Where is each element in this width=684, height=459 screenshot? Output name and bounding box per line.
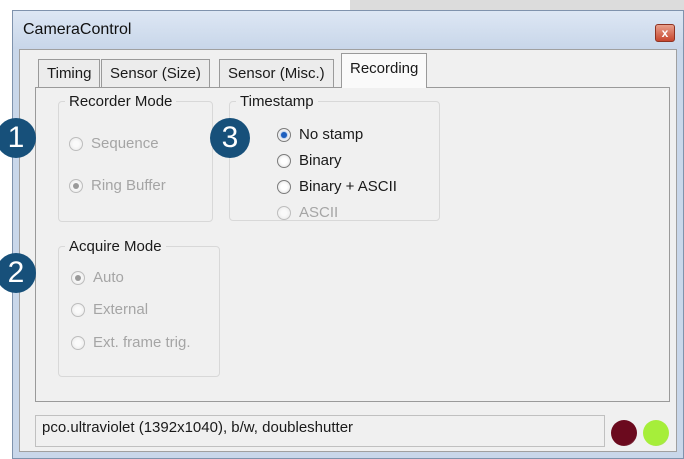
radio-label: Ring Buffer [91,177,166,194]
radio-sequence[interactable]: Sequence [69,135,159,152]
radio-label: Ext. frame trig. [93,334,191,351]
camera-status-field: pco.ultraviolet (1392x1040), b/w, double… [35,415,605,447]
radio-button-icon [277,179,291,194]
radio-label: Binary [299,152,342,169]
radio-ring-buffer[interactable]: Ring Buffer [69,177,166,194]
radio-ext-frame-trig[interactable]: Ext. frame trig. [71,334,191,351]
client-area: Timing Sensor (Size) Sensor (Misc.) Reco… [19,49,677,452]
radio-label: Auto [93,269,124,286]
radio-binary-ascii[interactable]: Binary + ASCII [277,178,397,195]
timestamp-title: Timestamp [240,93,314,110]
radio-binary[interactable]: Binary [277,152,342,169]
radio-button-icon [277,153,291,168]
radio-no-stamp[interactable]: No stamp [277,126,363,143]
radio-button-icon [71,270,85,285]
radio-button-icon [71,302,85,317]
acquire-mode-title: Acquire Mode [69,238,162,255]
status-led-green [643,420,669,446]
radio-button-icon [277,205,291,220]
tab-recording[interactable]: Recording [341,53,428,88]
recorder-mode-title: Recorder Mode [69,93,173,110]
tab-sensor-size[interactable]: Sensor (Size) [101,59,210,87]
status-led-red [611,420,637,446]
tab-timing[interactable]: Timing [38,59,101,87]
radio-label: Sequence [91,135,159,152]
window-title: CameraControl [23,21,132,38]
radio-button-icon [69,136,83,151]
tab-sensor-misc[interactable]: Sensor (Misc.) [219,59,334,87]
radio-label: No stamp [299,126,364,143]
radio-button-icon [277,127,291,142]
recorder-mode-group: Recorder Mode [58,93,213,222]
radio-label: ASCII [299,204,339,221]
recording-panel: Recorder Mode Sequence Ring Buffer Times… [35,87,670,402]
radio-label: Binary + ASCII [299,178,397,195]
radio-button-icon [69,178,83,193]
close-button[interactable]: x [655,24,675,42]
radio-label: External [93,301,149,318]
radio-button-icon [71,335,85,350]
radio-auto[interactable]: Auto [71,269,124,286]
radio-ascii[interactable]: ASCII [277,204,338,221]
callout-badge-3: 3 [210,118,250,158]
radio-external[interactable]: External [71,301,148,318]
camera-control-window: CameraControl x Timing Sensor (Size) Sen… [12,10,684,459]
title-bar: CameraControl x [13,11,683,49]
